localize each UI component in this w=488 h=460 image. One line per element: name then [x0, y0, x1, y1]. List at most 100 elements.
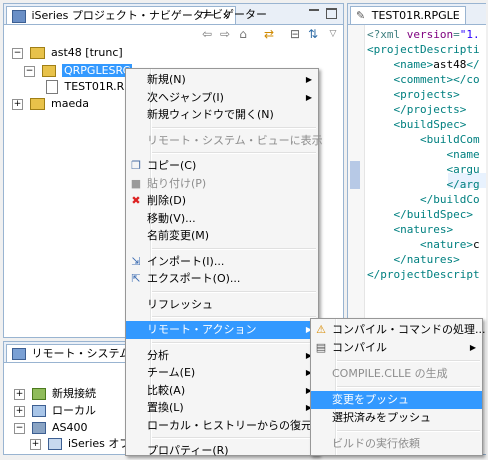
- code-token: <projectDescripti: [367, 43, 480, 56]
- menu-item[interactable]: ⇲ インポート(I)...: [126, 253, 318, 271]
- menu-item-label: リフレッシュ: [147, 297, 213, 311]
- rpgle-member-icon: [46, 80, 58, 94]
- menu-item-label: 分析: [147, 348, 169, 362]
- code-token: </arg: [367, 178, 480, 191]
- menu-item-label: 置換(L): [147, 401, 184, 414]
- collapse-icon[interactable]: −: [14, 422, 25, 434]
- project-navigator-toolbar: ⇦ ⇨ ⌂ ⇄ ⊟ ⇅ ▽: [4, 25, 343, 43]
- code-line: </buildSpec>: [367, 207, 473, 222]
- view-menu-icon[interactable]: ▽: [326, 27, 340, 41]
- code-token: =: [453, 28, 460, 41]
- menu-item[interactable]: 変更をプッシュ: [311, 391, 482, 409]
- code-token: </natures>: [367, 253, 460, 266]
- computer-icon: [31, 405, 46, 417]
- menu-item[interactable]: 名前変更(M): [126, 227, 318, 245]
- collapse-icon[interactable]: −: [24, 65, 35, 77]
- tab-label: iSeries プロジェクト・ナビゲーター: [31, 9, 215, 22]
- menu-item[interactable]: ⇱ エクスポート(O)...: [126, 270, 318, 288]
- tree-item-label: ast48 [trunc]: [51, 46, 123, 59]
- home-icon[interactable]: ⌂: [236, 27, 250, 41]
- menu-item-label: 次ヘジャンプ(I): [147, 90, 224, 104]
- menu-item[interactable]: ❐ コピー(C): [126, 157, 318, 175]
- menu-item[interactable]: 次ヘジャンプ(I) ▶: [126, 89, 318, 107]
- import-icon: ⇲: [131, 254, 141, 268]
- code-token: </projects>: [367, 103, 467, 116]
- submenu-arrow-icon: ▶: [305, 92, 312, 102]
- menu-item[interactable]: リフレッシュ: [126, 296, 318, 314]
- menu-item: リモート・システム・ビューに表示: [126, 132, 323, 150]
- tree-item-local[interactable]: + ローカル: [14, 403, 96, 419]
- menu-item[interactable]: ローカル・ヒストリーからの復元(Y)...: [126, 417, 338, 435]
- expand-icon[interactable]: +: [14, 388, 25, 400]
- menu-item[interactable]: チーム(E) ▶: [126, 364, 318, 382]
- menu-item: ■ 貼り付け(P): [126, 175, 318, 193]
- code-token: </buildSpec>: [367, 208, 473, 221]
- expand-icon[interactable]: +: [14, 405, 25, 417]
- maximize-icon[interactable]: [326, 8, 337, 19]
- code-line: <name: [367, 147, 479, 162]
- code-line: <buildCom: [367, 132, 480, 147]
- tab-label: TEST01R.RPGLE: [371, 9, 460, 22]
- collapse-all-icon[interactable]: ⊟: [288, 27, 302, 41]
- menu-item[interactable]: 比較(A) ▶: [126, 382, 318, 400]
- expand-icon[interactable]: +: [12, 98, 23, 110]
- code-token: version: [406, 28, 454, 41]
- menu-item-label: エクスポート(O)...: [147, 272, 241, 285]
- menu-item[interactable]: 移動(V)...: [126, 210, 318, 228]
- minimize-icon[interactable]: [309, 7, 319, 11]
- code-token: </buildCo: [367, 193, 480, 206]
- tree-item-source-file[interactable]: − QRPGLESRC: [24, 63, 133, 79]
- code-token: <?xml: [367, 28, 407, 41]
- tree-item-project[interactable]: + maeda: [12, 96, 89, 112]
- paste-icon: ■: [130, 176, 142, 190]
- tab-label: リモート・システム: [31, 347, 131, 360]
- link-editor-icon[interactable]: ⇄: [262, 27, 276, 41]
- code-token: <comment></co: [367, 73, 480, 86]
- code-token: </projectDescript: [367, 268, 480, 281]
- menu-item[interactable]: 選択済みをプッシュ: [311, 409, 482, 427]
- compile-command-icon: ⚠: [316, 323, 326, 336]
- menu-item[interactable]: 新規(N) ▶: [126, 71, 318, 89]
- submenu-arrow-icon: ▶: [469, 343, 476, 352]
- tab-editor-file[interactable]: ✎ TEST01R.RPGLE: [350, 6, 466, 24]
- menu-item[interactable]: ✖ 削除(D): [126, 192, 318, 210]
- tree-item-label: QRPGLESRC: [62, 64, 133, 77]
- forward-icon[interactable]: ⇨: [218, 27, 232, 41]
- project-navigator-tabbar: iSeries プロジェクト・ナビゲーター ✕ ナビゲーター: [4, 4, 343, 25]
- server-icon: [31, 422, 46, 434]
- remote-systems-icon: [12, 348, 26, 360]
- back-icon[interactable]: ⇦: [200, 27, 214, 41]
- menu-item-label: 名前変更(M): [147, 229, 210, 242]
- menu-separator: [152, 316, 316, 318]
- project-folder-icon: [29, 47, 45, 59]
- tab-navigator[interactable]: ナビゲーター: [196, 6, 272, 23]
- menu-item-label: リモート・システム・ビューに表示: [147, 133, 323, 147]
- code-token: <name>: [367, 58, 434, 71]
- code-token: ast48: [433, 58, 467, 71]
- tree-item-project[interactable]: − ast48 [trunc]: [12, 45, 123, 61]
- menu-item-label: プロパティー(R): [147, 444, 229, 457]
- tree-item-label: 新規接続: [52, 387, 96, 400]
- tree-item-as400[interactable]: − AS400: [14, 420, 88, 436]
- tree-item-label: maeda: [51, 97, 89, 110]
- edit-file-icon: ✎: [356, 9, 366, 22]
- menu-item[interactable]: 置換(L) ▶: [126, 399, 318, 417]
- code-line: </arg: [367, 177, 480, 192]
- tree-item-new-connection[interactable]: + 新規接続: [14, 386, 96, 402]
- menu-item[interactable]: 新規ウィンドウで開く(N): [126, 106, 318, 124]
- menu-item[interactable]: ⚠ コンパイル・コマンドの処理...: [311, 321, 485, 339]
- menu-item[interactable]: 分析 ▶: [126, 347, 318, 365]
- menu-item[interactable]: リモート・アクション ▶: [126, 321, 318, 339]
- menu-item-label: リモート・アクション: [147, 323, 257, 336]
- menu-item-label: COMPILE.CLLE の生成: [332, 367, 448, 380]
- expand-icon[interactable]: +: [30, 438, 41, 450]
- menu-item-label: 削除(D): [147, 194, 187, 207]
- menu-item[interactable]: プロパティー(R): [126, 442, 318, 460]
- menu-item[interactable]: ▤ コンパイル ▶: [311, 339, 482, 357]
- context-menu: 新規(N) ▶ 次ヘジャンプ(I) ▶ 新規ウィンドウで開く(N) リモート・システム・ビ…: [125, 68, 338, 457]
- menu-item-label: 貼り付け(P): [147, 176, 207, 190]
- filter-icon[interactable]: ⇅: [306, 27, 320, 41]
- collapse-icon[interactable]: −: [12, 47, 23, 59]
- project-folder-icon: [29, 98, 45, 110]
- new-connection-icon: [31, 388, 46, 400]
